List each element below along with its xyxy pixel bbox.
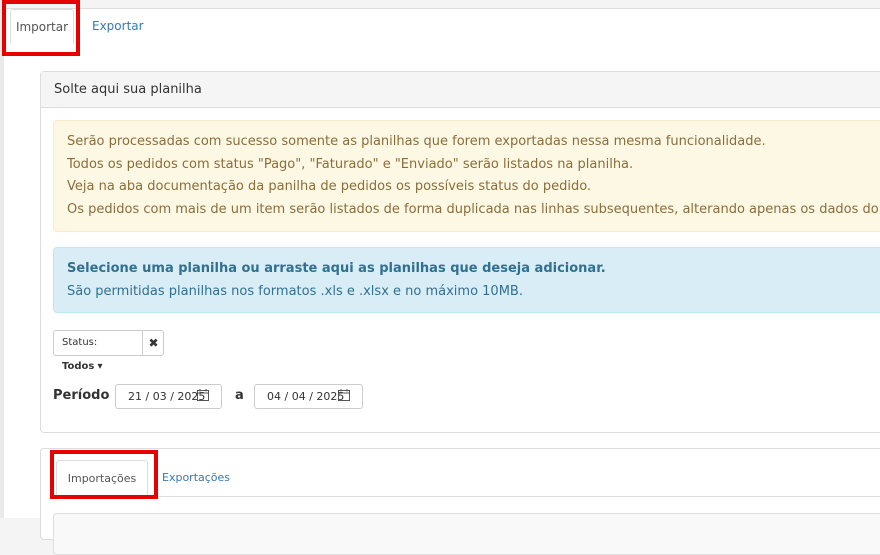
clear-status-button[interactable]: ✖ (142, 331, 164, 355)
tab-exportar-label: Exportar (92, 19, 144, 33)
status-filter-dropdown[interactable]: Status: Todos ▾ (54, 331, 126, 372)
warning-alert: Serão processadas com sucesso somente as… (53, 120, 880, 232)
warning-line: Veja na aba documentação da panilha de p… (67, 179, 592, 194)
history-panel: Importações Exportações (40, 448, 880, 555)
tab-exportacoes-label: Exportações (162, 471, 231, 484)
status-filter-group: Status: Todos ▾ ✖ (53, 330, 164, 372)
warning-line: Todos os pedidos com status "Pago", "Fat… (67, 157, 634, 172)
dropzone-title: Selecione uma planilha ou arraste aqui a… (67, 261, 606, 276)
upload-panel-heading: Solte aqui sua planilha (41, 72, 880, 108)
history-tab-bar: Importações Exportações (53, 460, 880, 498)
top-tab-bar: Importar Exportar (4, 8, 880, 45)
calendar-icon[interactable] (338, 389, 350, 401)
dropzone-hint: São permitidas planilhas nos formatos .x… (67, 284, 523, 299)
date-to-input[interactable]: 04 / 04 / 2025 (254, 384, 363, 409)
warning-line: Serão processadas com sucesso somente as… (67, 134, 766, 149)
date-from-value: 21 / 03 / 2025 (128, 390, 206, 403)
highlight-box-importar (2, 0, 80, 56)
history-list-area (53, 513, 880, 555)
warning-line: Os pedidos com mais de um item serão lis… (67, 202, 880, 217)
calendar-icon[interactable] (197, 389, 209, 401)
chevron-down-icon: ▾ (97, 361, 103, 372)
upload-dropzone[interactable]: Selecione uma planilha ou arraste aqui a… (53, 247, 880, 313)
date-to-value: 04 / 04 / 2025 (267, 390, 345, 403)
status-filter-prefix: Status: (62, 337, 98, 348)
status-filter-value: Todos (62, 361, 95, 372)
highlight-box-importacoes (50, 450, 158, 499)
close-icon: ✖ (148, 336, 159, 350)
date-from-input[interactable]: 21 / 03 / 2025 (115, 384, 222, 409)
tab-exportacoes[interactable]: Exportações (162, 460, 230, 496)
tab-exportar[interactable]: Exportar (92, 9, 144, 43)
date-range-separator: a (235, 388, 244, 403)
period-label: Período (53, 388, 110, 403)
upload-panel[interactable]: Solte aqui sua planilha Serão processada… (40, 71, 880, 433)
